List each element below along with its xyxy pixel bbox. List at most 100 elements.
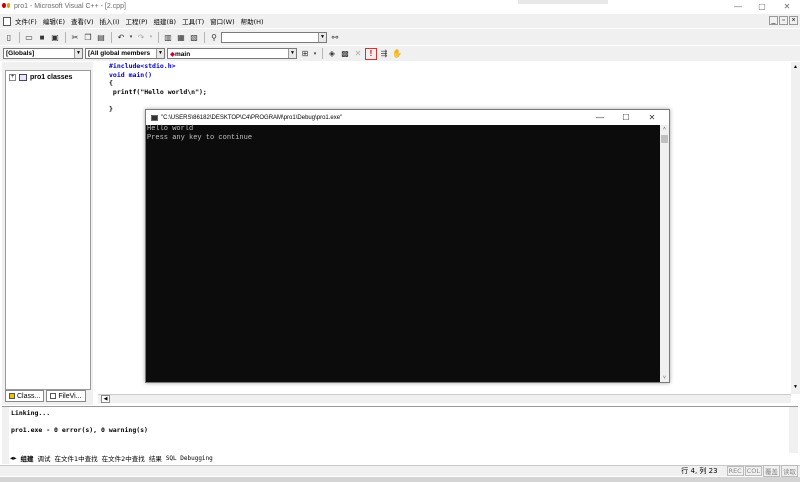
workspace-toggle-icon[interactable]: ▥ [162,31,174,43]
console-scrollbar[interactable]: ˄ ˅ [660,125,669,382]
app-title-bar: pro1 - Microsoft Visual C++ - [2.cpp] — … [0,0,800,13]
compile-icon[interactable]: ◈ [326,48,338,60]
chevron-down-icon[interactable]: ▼ [288,49,296,58]
console-title: "C:\USERS\86182\DESKTOP\C4\PROGRAM\pro1\… [161,114,343,121]
toolbar-separator [204,31,205,43]
classes-icon [19,74,27,81]
output-gutter [2,407,9,464]
minimize-window-icon[interactable]: — [726,0,750,13]
redo-dropdown-icon[interactable]: ▾ [148,31,154,43]
mdi-restore-icon[interactable]: ▫ [779,16,788,25]
menu-help[interactable]: 帮助(H) [241,16,264,26]
chevron-down-icon[interactable]: ▼ [74,49,82,58]
copy-icon[interactable]: ❐ [82,31,94,43]
tab-nav-arrows[interactable]: ◂▸ [10,454,17,462]
mdi-minimize-icon[interactable]: _ [769,16,778,25]
find-binoculars-icon[interactable]: ⚯ [329,31,341,43]
toolbar-separator [158,31,159,43]
output-toggle-icon[interactable]: ▦ [175,31,187,43]
function-combo[interactable]: ◆main ▼ [167,48,297,59]
menu-file[interactable]: 文件(F) [15,16,37,26]
toolbar-separator [111,31,112,43]
output-vertical-scrollbar[interactable] [789,407,798,453]
scroll-left-icon[interactable]: ◀ [101,395,110,403]
build-output: Linking... pro1.exe - 0 error(s), 0 warn… [11,409,148,435]
menu-view[interactable]: 查看(V) [71,16,94,26]
code-line: void main() [109,70,153,79]
tab-file-view[interactable]: FileVi... [46,390,86,402]
close-window-icon[interactable]: ✕ [775,0,799,13]
save-icon[interactable]: ■ [36,31,48,43]
code-line: #include<stdio.h> [109,62,176,70]
console-window[interactable]: "C:\USERS\86182\DESKTOP\C4\PROGRAM\pro1\… [145,109,670,383]
redo-icon[interactable]: ↷ [135,31,147,43]
menu-tools[interactable]: 工具(T) [182,16,204,26]
output-line: Linking... [11,409,51,417]
wizard-actions-icon[interactable]: ⊞ [299,48,311,60]
tab-find-in-files-2[interactable]: 在文件2中查找 [102,453,145,463]
status-overwrite: 覆盖 [763,465,780,477]
console-close-icon[interactable]: ✕ [639,113,665,122]
tab-results[interactable]: 结果 [149,453,162,463]
menu-project[interactable]: 工程(P) [126,16,148,26]
go-debug-icon[interactable]: ⇶ [378,48,390,60]
scroll-up-icon[interactable]: ˄ [661,126,668,132]
restore-window-icon[interactable]: ▢ [750,0,774,13]
toolbar-separator [19,31,20,43]
scroll-down-icon[interactable]: ˅ [661,375,668,381]
wizard-toolbar: [Globals] ▼ [All global members ▼ ◆main … [0,46,800,61]
function-combo-value: main [175,50,191,58]
undo-icon[interactable]: ↶ [115,31,127,43]
chevron-down-icon[interactable]: ▼ [318,32,326,42]
tab-class-view[interactable]: Class... [5,390,45,402]
members-combo[interactable]: [All global members ▼ [85,48,165,59]
find-combo[interactable]: ▼ [221,31,327,43]
tab-file-view-label: FileVi... [58,392,82,400]
menu-edit[interactable]: 编辑(E) [43,16,65,26]
menu-insert[interactable]: 插入(I) [100,16,120,26]
scroll-thumb[interactable] [661,135,668,143]
visual-cpp-app-icon [2,3,11,10]
document-icon[interactable] [3,16,11,26]
standard-toolbar: ▯ ▭ ■ ▣ ✂ ❐ ▤ ↶ ▾ ↷ ▾ ▥ ▦ ▧ ⚲ ▼ ⚯ [0,29,800,45]
execute-program-icon[interactable]: ! [365,47,377,60]
windows-list-icon[interactable]: ▧ [188,31,200,43]
stop-build-icon[interactable]: ✕ [352,48,364,60]
tab-debug[interactable]: 调试 [38,453,51,463]
background-window-strip [518,0,608,4]
cut-icon[interactable]: ✂ [69,31,81,43]
build-icon[interactable]: ▩ [339,48,351,60]
mdi-close-icon[interactable]: × [789,16,798,25]
expand-icon[interactable]: + [9,74,16,81]
breakpoint-hand-icon[interactable]: ✋ [391,48,403,60]
output-pane: Linking... pro1.exe - 0 error(s), 0 warn… [2,406,798,464]
tab-class-view-label: Class... [17,392,41,400]
chevron-down-icon[interactable]: ▼ [156,49,164,58]
members-combo-value: [All global members [88,50,151,57]
editor-horizontal-scrollbar[interactable]: ◀ [98,394,791,403]
save-all-icon[interactable]: ▣ [49,31,61,43]
open-folder-icon[interactable]: ▭ [23,31,35,43]
undo-dropdown-icon[interactable]: ▾ [128,31,134,43]
class-view-tree: + pro1 classes [5,70,91,390]
scroll-up-icon[interactable]: ▲ [792,64,799,72]
console-maximize-icon[interactable]: ☐ [613,113,639,122]
console-line: Hello world [147,125,194,133]
menu-window[interactable]: 窗口(W) [210,16,235,26]
paste-icon[interactable]: ▤ [95,31,107,43]
editor-vertical-scrollbar[interactable]: ▲ ▼ [791,62,800,394]
status-rec: REC [726,466,744,476]
new-file-icon[interactable]: ▯ [3,31,15,43]
tree-item-root[interactable]: + pro1 classes [9,74,90,81]
scope-combo[interactable]: [Globals] ▼ [3,48,83,59]
menu-build[interactable]: 组建(B) [154,16,177,26]
output-line: pro1.exe - 0 error(s), 0 warning(s) [11,426,148,434]
menu-bar: 文件(F) 编辑(E) 查看(V) 插入(I) 工程(P) 组建(B) 工具(T… [0,14,800,28]
scroll-down-icon[interactable]: ▼ [792,384,799,392]
tab-build[interactable]: 组建 [21,453,34,463]
tab-sql-debugging[interactable]: SQL Debugging [166,455,213,462]
tab-find-in-files-1[interactable]: 在文件1中查找 [55,453,98,463]
wizard-dropdown-icon[interactable]: ▾ [312,48,318,60]
find-in-files-icon[interactable]: ⚲ [208,31,220,43]
console-minimize-icon[interactable]: — [587,113,613,122]
